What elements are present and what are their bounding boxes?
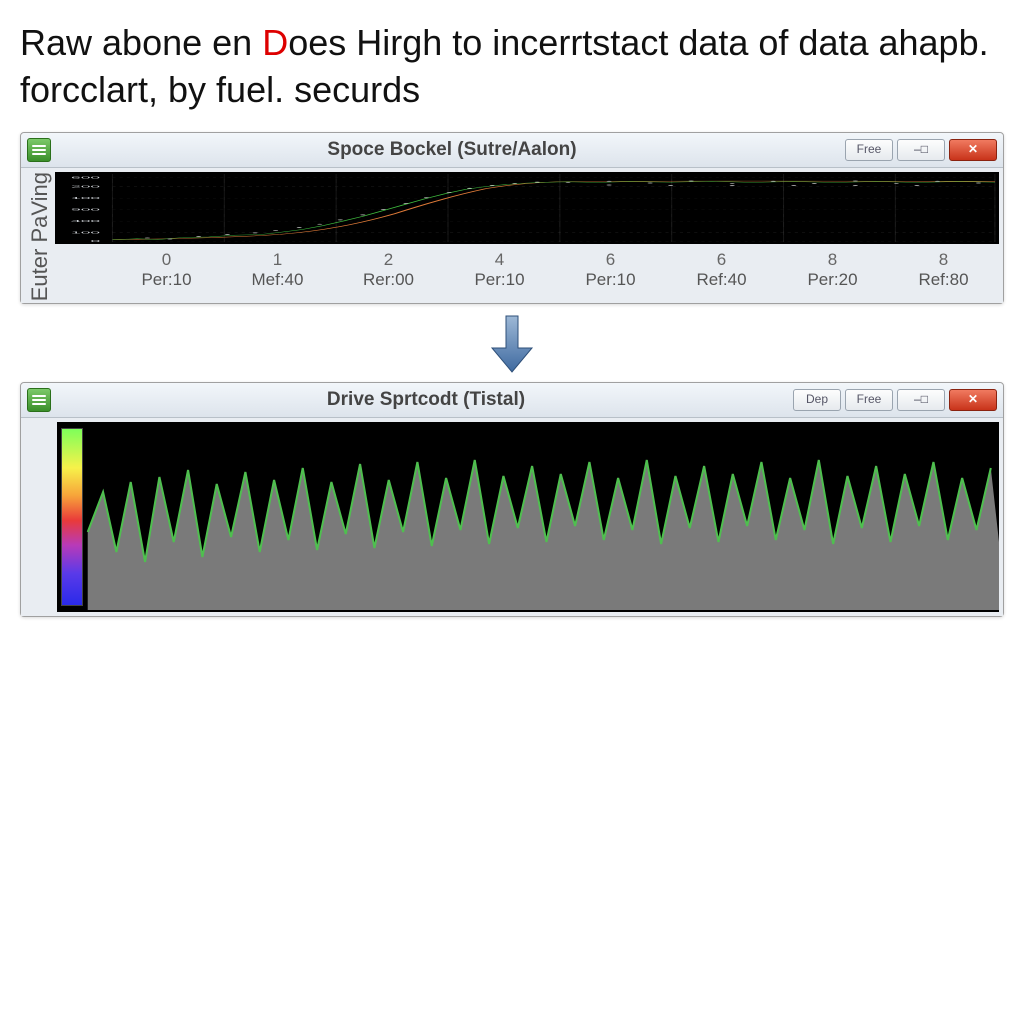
window1-title: Spoce Bockel (Sutre/Aalon) — [59, 139, 845, 161]
close-button[interactable]: ✕ — [949, 139, 997, 161]
heading-pre: Raw abone en — [20, 22, 262, 63]
svg-text:900: 900 — [71, 208, 100, 211]
app-icon — [27, 388, 51, 412]
svg-text:0: 0 — [90, 239, 100, 242]
series-raw — [112, 181, 994, 240]
app-icon — [27, 138, 51, 162]
minimize-button[interactable]: –□ — [897, 139, 945, 161]
spectrum-fill — [88, 460, 999, 610]
main-plot[interactable]: 600 200 100 900 400 100 0 — [55, 172, 999, 244]
free-button[interactable]: Free — [845, 389, 893, 411]
series-smoothed — [112, 181, 994, 239]
svg-text:600: 600 — [71, 176, 100, 179]
svg-text:400: 400 — [71, 220, 100, 223]
free-button[interactable]: Free — [845, 139, 893, 161]
scatter-points — [145, 180, 981, 239]
window2-title: Drive Sprtcodt (Tistal) — [59, 389, 793, 411]
svg-text:200: 200 — [71, 185, 100, 188]
chart-window-1: Spoce Bockel (Sutre/Aalon) Free –□ ✕ Eut… — [20, 132, 1004, 304]
chart-window-2: Drive Sprtcodt (Tistal) Dep Free –□ ✕ — [20, 382, 1004, 617]
page-heading: Raw abone en Does Hirgh to incerrtstact … — [20, 20, 1004, 114]
svg-text:100: 100 — [71, 196, 100, 199]
close-button[interactable]: ✕ — [949, 389, 997, 411]
y-tick-labels: 600 200 100 900 400 100 0 — [71, 176, 100, 242]
dep-button[interactable]: Dep — [793, 389, 841, 411]
heading-red-letter: D — [262, 22, 288, 63]
titlebar-2[interactable]: Drive Sprtcodt (Tistal) Dep Free –□ ✕ — [21, 383, 1003, 418]
spectrum-plot[interactable] — [57, 422, 999, 612]
x-tick-labels: 0Per:10 1Mef:40 2Rer:00 4Per:10 6Per:10 … — [55, 244, 999, 301]
y-axis-label: Euter PaVing — [25, 172, 55, 301]
arrow-down-icon — [488, 314, 536, 374]
titlebar-1[interactable]: Spoce Bockel (Sutre/Aalon) Free –□ ✕ — [21, 133, 1003, 168]
svg-text:100: 100 — [71, 231, 100, 234]
grid — [112, 174, 994, 242]
minimize-button[interactable]: –□ — [897, 389, 945, 411]
